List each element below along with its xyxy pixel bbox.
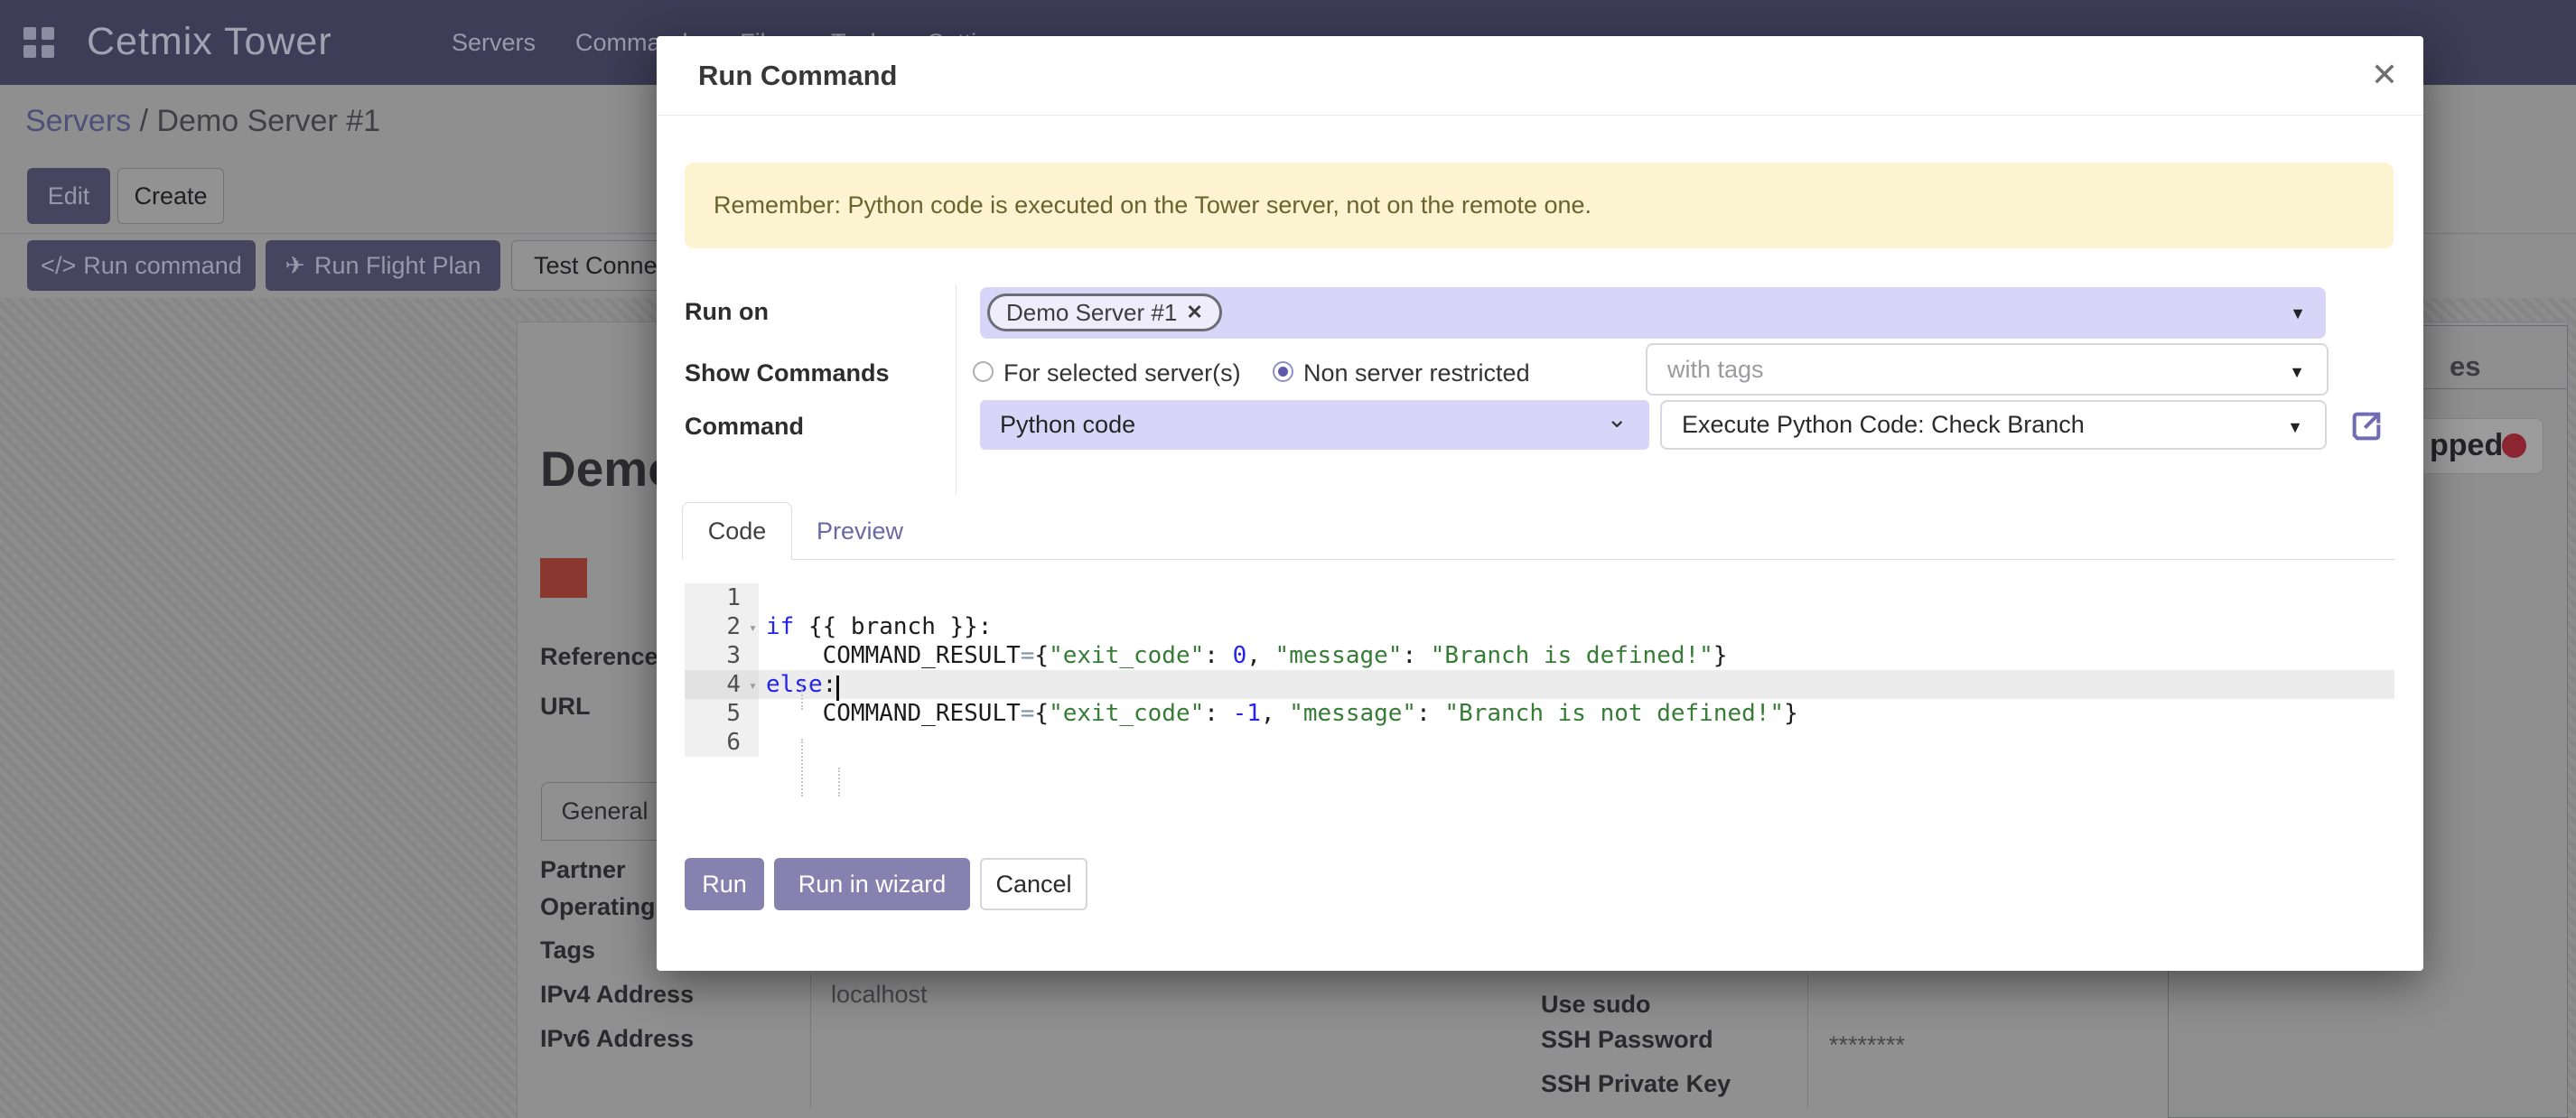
command-type-value: Python code	[1000, 411, 1135, 439]
command-select[interactable]: Execute Python Code: Check Branch ▼	[1660, 400, 2327, 450]
code-text: COMMAND_RESULT={"exit_code": 0, "message…	[759, 641, 1727, 670]
tab-code[interactable]: Code	[682, 502, 792, 560]
url-label: URL	[540, 693, 591, 721]
radio-non-server-restricted-label[interactable]: Non server restricted	[1303, 359, 1530, 387]
fold-caret-icon[interactable]: ▾	[749, 613, 757, 642]
modal-title: Run Command	[698, 60, 897, 92]
partner-label: Partner	[540, 856, 626, 884]
code-brackets-icon: </>	[41, 252, 76, 280]
color-swatch[interactable]	[540, 558, 587, 598]
run-on-multiselect[interactable]: Demo Server #1 ✕ ▼	[980, 287, 2326, 339]
external-link-icon[interactable]	[2348, 408, 2385, 444]
code-line[interactable]: 1	[685, 583, 2394, 612]
run-command-button[interactable]: </> Run command	[27, 240, 256, 291]
caret-down-icon: ▼	[2289, 363, 2305, 382]
radio-non-server-restricted[interactable]	[1273, 361, 1293, 382]
code-text: if {{ branch }}:	[759, 612, 992, 641]
line-number: 4▾	[685, 670, 759, 699]
right-column-divider	[1807, 974, 1808, 1109]
command-type-select[interactable]: Python code ⌄	[980, 400, 1649, 450]
apps-menu-icon[interactable]	[23, 27, 54, 58]
caret-down-icon: ▼	[2287, 418, 2303, 437]
breadcrumb-servers-link[interactable]: Servers	[25, 104, 131, 138]
show-commands-label: Show Commands	[685, 359, 890, 387]
command-label: Command	[685, 413, 804, 441]
code-line[interactable]: 6	[685, 728, 2394, 757]
line-number: 3	[685, 641, 759, 670]
app-brand: Cetmix Tower	[87, 20, 332, 64]
server-tag-label: Demo Server #1	[1006, 299, 1177, 327]
run-button[interactable]: Run	[685, 858, 764, 910]
tags-label: Tags	[540, 936, 595, 964]
run-flight-plan-button[interactable]: ✈ Run Flight Plan	[266, 240, 500, 291]
run-command-modal: Run Command ✕ Remember: Python code is e…	[657, 36, 2423, 971]
code-line[interactable]: 4▾else:	[685, 670, 2394, 699]
code-editor-lines: 12▾if {{ branch }}:3 COMMAND_RESULT={"ex…	[685, 583, 2394, 757]
indent-guide	[838, 768, 840, 797]
tab-bar-line	[682, 559, 2394, 560]
server-tag[interactable]: Demo Server #1 ✕	[987, 293, 1222, 331]
line-number: 2▾	[685, 612, 759, 641]
reference-label: Reference	[540, 643, 658, 671]
indent-guide	[801, 739, 803, 797]
ssh-password-value: ********	[1829, 1031, 1905, 1059]
operating-label: Operating	[540, 893, 656, 921]
label-field-separator	[956, 284, 957, 495]
run-in-wizard-button[interactable]: Run in wizard	[774, 858, 970, 910]
line-number: 5	[685, 699, 759, 728]
left-column-divider	[810, 974, 811, 1109]
text-cursor	[836, 675, 839, 701]
radio-for-selected-servers[interactable]	[973, 361, 994, 382]
fold-caret-icon[interactable]: ▾	[749, 671, 757, 700]
line-number: 1	[685, 583, 759, 612]
warning-text: Remember: Python code is executed on the…	[714, 191, 1591, 219]
indent-guide	[801, 681, 803, 710]
code-text: COMMAND_RESULT={"exit_code": -1, "messag…	[759, 699, 1798, 728]
server-status-text: pped	[2430, 428, 2503, 463]
code-line[interactable]: 5 COMMAND_RESULT={"exit_code": -1, "mess…	[685, 699, 2394, 728]
tab-preview[interactable]: Preview	[801, 502, 919, 560]
ssh-password-label: SSH Password	[1541, 1026, 1713, 1054]
breadcrumb: Servers / Demo Server #1	[25, 104, 380, 139]
notes-card-header: es	[2450, 350, 2480, 383]
general-tab-underline	[541, 840, 668, 841]
create-button[interactable]: Create	[117, 168, 224, 224]
line-number: 6	[685, 728, 759, 757]
code-line[interactable]: 2▾if {{ branch }}:	[685, 612, 2394, 641]
code-text	[759, 728, 766, 757]
code-editor[interactable]: 12▾if {{ branch }}:3 COMMAND_RESULT={"ex…	[685, 583, 2394, 804]
command-value: Execute Python Code: Check Branch	[1682, 411, 2085, 439]
nav-item-servers[interactable]: Servers	[452, 29, 536, 57]
breadcrumb-separator: /	[131, 104, 156, 138]
code-text	[759, 583, 766, 612]
ipv4-value: localhost	[831, 981, 928, 1009]
chevron-down-icon: ⌄	[1607, 404, 1628, 433]
status-red-dot-icon	[2502, 433, 2526, 458]
breadcrumb-current: Demo Server #1	[156, 104, 380, 138]
python-warning-banner: Remember: Python code is executed on the…	[685, 163, 2394, 248]
with-tags-placeholder: with tags	[1667, 356, 1764, 384]
code-line[interactable]: 3 COMMAND_RESULT={"exit_code": 0, "messa…	[685, 641, 2394, 670]
edit-button[interactable]: Edit	[27, 168, 110, 224]
tag-remove-icon[interactable]: ✕	[1186, 301, 1202, 324]
ssh-private-key-label: SSH Private Key	[1541, 1070, 1731, 1098]
with-tags-select[interactable]: with tags ▼	[1646, 343, 2329, 396]
close-icon[interactable]: ✕	[2371, 56, 2398, 94]
use-sudo-label: Use sudo	[1541, 991, 1651, 1019]
modal-header: Run Command ✕	[657, 36, 2423, 116]
paper-plane-icon: ✈	[285, 252, 305, 280]
ipv6-label: IPv6 Address	[540, 1025, 694, 1053]
run-on-label: Run on	[685, 298, 769, 326]
cancel-button[interactable]: Cancel	[980, 858, 1087, 910]
caret-down-icon[interactable]: ▼	[2290, 304, 2306, 323]
tab-general[interactable]: General	[541, 782, 668, 840]
code-text: else:	[759, 670, 836, 699]
ipv4-label: IPv4 Address	[540, 981, 694, 1009]
radio-for-selected-servers-label[interactable]: For selected server(s)	[1003, 359, 1241, 387]
